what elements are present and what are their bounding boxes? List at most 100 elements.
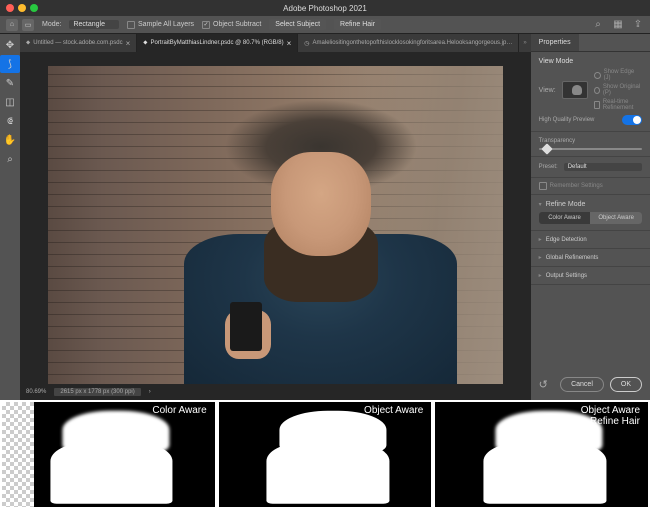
tab-icon: ⬥ <box>26 40 30 47</box>
preset-select[interactable]: Default <box>564 163 642 171</box>
remember-settings-checkbox[interactable]: Remember Settings <box>531 178 650 195</box>
share-icon[interactable]: ⇪ <box>632 19 644 31</box>
ok-button[interactable]: OK <box>610 377 642 392</box>
comparison-label: Object Aware <box>364 405 423 416</box>
show-original-label: Show Original (P) <box>603 84 642 96</box>
hq-preview-toggle[interactable] <box>622 115 642 125</box>
comparison-object-aware-refine: Object Aware + Refine Hair <box>435 402 648 507</box>
object-subtract-label: Object Subtract <box>213 21 261 28</box>
panel-tabs: Properties <box>531 34 650 52</box>
hq-preview-label: High Quality Preview <box>539 117 595 123</box>
home-icon[interactable]: ⌂ <box>6 19 18 31</box>
document-tab[interactable]: ◷ Amaleliositingonthetopofthislocklosoki… <box>298 34 519 52</box>
status-chevron-icon[interactable]: › <box>149 389 151 395</box>
mode-select[interactable]: Rectangle <box>69 20 119 29</box>
comparison-color-aware: Color Aware <box>2 402 215 507</box>
radio-icon <box>594 72 601 79</box>
reset-icon[interactable]: ↺ <box>539 378 548 391</box>
status-bar: 80.69% 2615 px x 1778 px (300 ppi) › <box>20 384 531 400</box>
tab-label: Untitled — stock.adobe.com.psdc <box>33 40 122 46</box>
refine-mode-title: Refine Mode <box>546 201 586 208</box>
brush-tool[interactable]: ✎ <box>0 74 20 92</box>
select-subject-button[interactable]: Select Subject <box>269 19 326 30</box>
tab-label: Amaleliositingonthetopofthislocklosoking… <box>313 40 513 46</box>
quick-select-tool[interactable]: ✥ <box>0 36 20 54</box>
phone <box>230 302 262 351</box>
tool-palette: ✥ ⟆ ✎ ◫ ⟃ ✋ ⌕ <box>0 34 20 400</box>
app-title: Adobe Photoshop 2021 <box>283 4 367 13</box>
transparency-slider[interactable] <box>539 148 642 150</box>
document-tab[interactable]: ⬥ PortraitByMatthiasLindner.psdc @ 80.7%… <box>137 34 298 52</box>
face <box>271 152 371 255</box>
object-subtract-checkbox[interactable]: ✓ Object Subtract <box>202 21 261 29</box>
photoshop-window: Adobe Photoshop 2021 ⌂ ▭ Mode: Rectangle… <box>0 0 650 400</box>
document-info[interactable]: 2615 px x 1778 px (300 ppi) <box>54 388 140 396</box>
zoom-tool[interactable]: ⌕ <box>0 150 20 168</box>
close-icon[interactable]: × <box>287 39 292 48</box>
refine-edge-brush-tool[interactable]: ⟆ <box>0 55 20 73</box>
zoom-level[interactable]: 80.69% <box>26 389 46 395</box>
show-edge-option[interactable]: Show Edge (J) <box>594 69 642 81</box>
slider-thumb-icon <box>541 143 552 154</box>
comparison-label: Color Aware <box>152 405 206 416</box>
canvas[interactable] <box>48 66 503 384</box>
output-settings-section[interactable]: ▸ Output Settings <box>531 267 650 285</box>
tab-icon: ◷ <box>304 40 309 47</box>
search-icon[interactable]: ⌕ <box>592 19 604 31</box>
sample-all-label: Sample All Layers <box>138 21 194 28</box>
lasso-tool[interactable]: ⟃ <box>0 112 20 130</box>
object-aware-button[interactable]: Object Aware <box>590 212 642 224</box>
titlebar: Adobe Photoshop 2021 <box>0 0 650 16</box>
preset-label: Preset: <box>539 164 558 170</box>
checkbox-icon <box>539 182 547 190</box>
options-icons: ⌂ ▭ <box>6 19 34 31</box>
close-icon[interactable]: × <box>126 39 131 48</box>
view-mode-thumbnail[interactable] <box>562 81 588 99</box>
properties-tab[interactable]: Properties <box>531 34 579 51</box>
maximize-window-icon[interactable] <box>30 4 38 12</box>
properties-panel: Properties View Mode View: Show Edge (J) <box>531 34 650 400</box>
tab-label: PortraitByMatthiasLindner.psdc @ 80.7% (… <box>150 40 283 46</box>
view-label: View: <box>539 87 556 94</box>
chevron-right-icon: ▸ <box>539 236 542 243</box>
refine-hair-button[interactable]: Refine Hair <box>334 19 381 30</box>
preset-row: Preset: Default <box>531 157 650 178</box>
mode-label: Mode: <box>42 21 61 28</box>
view-mode-title: View Mode <box>539 58 642 65</box>
workspace-icon[interactable]: ▦ <box>612 19 624 31</box>
transparency-label: Transparency <box>539 138 642 144</box>
comparison-label: Object Aware + Refine Hair <box>581 405 640 427</box>
remember-label: Remember Settings <box>550 183 603 189</box>
chevron-down-icon[interactable]: ▾ <box>539 201 542 208</box>
chevron-right-icon: ▸ <box>539 272 542 279</box>
checkbox-icon: ✓ <box>202 21 210 29</box>
color-aware-button[interactable]: Color Aware <box>539 212 591 224</box>
radio-icon <box>594 87 600 94</box>
options-bar: ⌂ ▭ Mode: Rectangle Sample All Layers ✓ … <box>0 16 650 34</box>
chevron-right-icon: ▸ <box>539 254 542 261</box>
transparency-section: Transparency <box>531 132 650 157</box>
silhouette-mask <box>248 409 401 504</box>
show-original-option[interactable]: Show Original (P) <box>594 84 642 96</box>
realtime-refinement-option[interactable]: Real-time Refinement <box>594 99 642 111</box>
minimize-window-icon[interactable] <box>18 4 26 12</box>
cancel-button[interactable]: Cancel <box>560 377 604 392</box>
person-figure <box>207 98 435 370</box>
global-refinements-section[interactable]: ▸ Global Refinements <box>531 249 650 267</box>
sample-all-layers-checkbox[interactable]: Sample All Layers <box>127 21 194 29</box>
canvas-icon[interactable]: ▭ <box>22 19 34 31</box>
main-area: ✥ ⟆ ✎ ◫ ⟃ ✋ ⌕ ⬥ Untitled — stock.adobe.c… <box>0 34 650 400</box>
silhouette-mask <box>32 409 185 504</box>
tab-overflow-icon[interactable]: » <box>519 40 530 46</box>
document-tab[interactable]: ⬥ Untitled — stock.adobe.com.psdc × <box>20 34 137 52</box>
window-controls <box>0 4 38 12</box>
close-window-icon[interactable] <box>6 4 14 12</box>
comparison-strip: Color Aware Object Aware Object Aware + … <box>0 400 650 509</box>
canvas-area <box>20 52 531 384</box>
edge-detection-section[interactable]: ▸ Edge Detection <box>531 231 650 249</box>
checkbox-icon <box>594 101 600 109</box>
refine-mode-buttons: Color Aware Object Aware <box>539 212 642 224</box>
object-select-tool[interactable]: ◫ <box>0 93 20 111</box>
document-tabs: ⬥ Untitled — stock.adobe.com.psdc × ⬥ Po… <box>20 34 531 52</box>
hand-tool[interactable]: ✋ <box>0 131 20 149</box>
